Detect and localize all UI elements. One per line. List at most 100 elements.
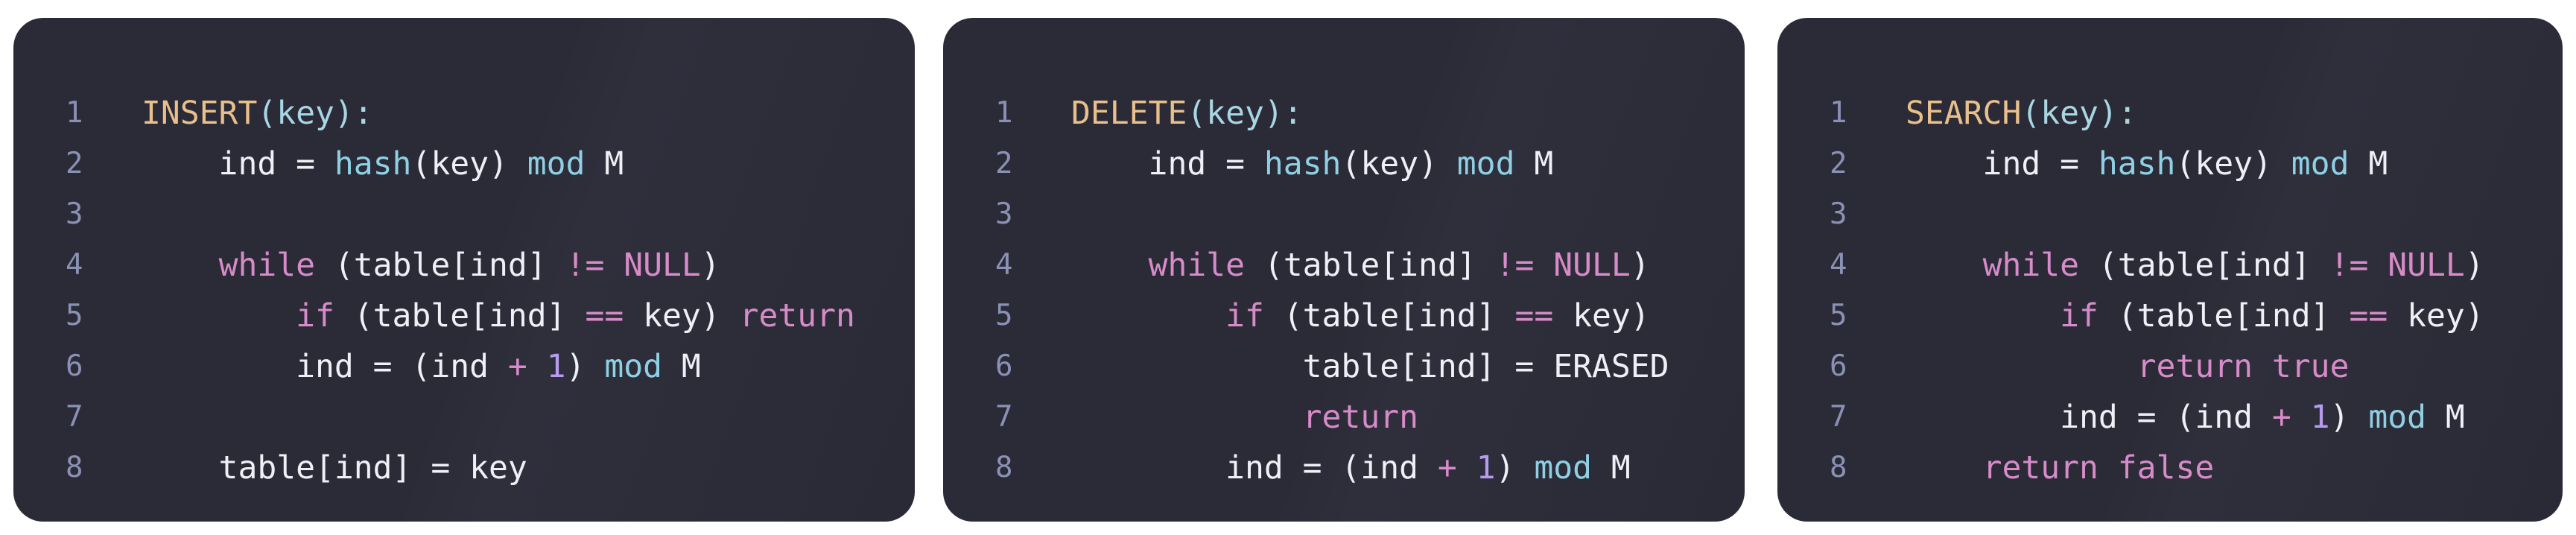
code-text: while (table[ind] != NULL) <box>142 240 720 291</box>
code-token: 1 <box>2310 399 2330 436</box>
code-line: 7 ind = (ind + 1) mod M <box>1777 392 2563 443</box>
line-number: 3 <box>66 197 83 231</box>
code-line: 5 if (table[ind] == key) return <box>13 291 915 341</box>
code-token: ) <box>565 348 605 385</box>
code-token: return <box>739 297 855 335</box>
code-token: ): <box>334 95 373 132</box>
code-line: 2 ind = hash(key) mod M <box>943 139 1745 189</box>
code-line: 5 if (table[ind] == key) <box>1777 291 2563 341</box>
code-token: key <box>276 95 334 132</box>
code-line: 4 while (table[ind] != NULL) <box>13 240 915 291</box>
code-token: == <box>1514 297 1554 335</box>
code-token: key <box>1206 95 1264 132</box>
code-token: (key) <box>411 145 527 183</box>
line-number: 6 <box>1830 349 1847 383</box>
code-text: ind = (ind + 1) mod M <box>1906 392 2465 443</box>
code-token: ) <box>2329 399 2369 436</box>
code-token: (table[ind] <box>315 247 566 284</box>
code-token: ind = (ind <box>1071 449 1438 487</box>
line-number: 8 <box>66 451 83 484</box>
code-token: true <box>2271 348 2350 385</box>
code-line: 4 while (table[ind] != NULL) <box>943 240 1745 291</box>
code-token: ) <box>2464 247 2484 284</box>
code-text: table[ind] = key <box>142 443 527 493</box>
code-token: ind = <box>1071 145 1264 183</box>
code-token: + <box>1437 449 1457 487</box>
code-token: key) <box>1553 297 1650 335</box>
code-token: mod <box>1534 449 1593 487</box>
code-token: == <box>2349 297 2388 335</box>
code-token: ): <box>1263 95 1303 132</box>
line-number: 8 <box>1830 451 1847 484</box>
code-token: mod <box>2291 145 2350 183</box>
line-number: 2 <box>1830 147 1847 180</box>
code-token: DELETE <box>1071 95 1187 132</box>
code-line: 6 return true <box>1777 341 2563 392</box>
code-token: M <box>662 348 701 385</box>
code-token: != <box>2329 247 2369 284</box>
code-token: NULL <box>624 247 701 284</box>
code-text: return <box>1071 392 1418 443</box>
code-token: 1 <box>546 348 566 385</box>
code-token: while <box>1148 247 1246 284</box>
code-line: 1 SEARCH(key): <box>1777 88 2563 139</box>
code-token: NULL <box>2388 247 2465 284</box>
code-token: 1 <box>1476 449 1496 487</box>
code-token: M <box>1514 145 1554 183</box>
code-token: (key) <box>1341 145 1457 183</box>
line-number: 2 <box>66 147 83 180</box>
code-token: ( <box>1187 95 1207 132</box>
code-line: 6 ind = (ind + 1) mod M <box>13 341 915 392</box>
code-block: 1 INSERT(key): 2 ind = hash(key) mod M 3 4 w… <box>13 88 915 493</box>
code-line: 3 <box>13 189 915 240</box>
code-text: while (table[ind] != NULL) <box>1906 240 2484 291</box>
code-line: 7 return <box>943 392 1745 443</box>
code-token: M <box>2426 399 2465 436</box>
code-token: == <box>585 297 624 335</box>
code-token: + <box>507 348 527 385</box>
code-token: if <box>2060 297 2098 335</box>
code-token: != <box>1495 247 1535 284</box>
code-token: hash <box>1263 145 1342 183</box>
line-number: 5 <box>66 299 83 332</box>
code-token: ind = <box>1906 145 2098 183</box>
code-token: SEARCH <box>1906 95 2022 132</box>
code-token: return <box>1982 449 2098 487</box>
code-token: ) <box>1630 247 1650 284</box>
code-token: table[ind] = ERASED <box>1071 348 1669 385</box>
code-token: mod <box>2368 399 2427 436</box>
code-token: (table[ind] <box>1245 247 1496 284</box>
code-line: 2 ind = hash(key) mod M <box>13 139 915 189</box>
code-token: while <box>1982 247 2080 284</box>
code-token: M <box>585 145 624 183</box>
code-block: 1 DELETE(key): 2 ind = hash(key) mod M34 w… <box>943 88 1745 493</box>
code-text: ind = (ind + 1) mod M <box>142 341 701 392</box>
code-token: if <box>296 297 334 335</box>
code-token: table[ind] = key <box>142 449 527 487</box>
code-line: 8 table[ind] = key <box>13 443 915 493</box>
code-token: return <box>2136 348 2253 385</box>
code-token: mod <box>604 348 663 385</box>
code-text: return true <box>1906 341 2350 392</box>
code-text: ind = hash(key) mod M <box>1906 139 2388 189</box>
code-line: 4 while (table[ind] != NULL) <box>1777 240 2563 291</box>
code-block: 1 SEARCH(key): 2 ind = hash(key) mod M34 w… <box>1777 88 2563 493</box>
line-number: 7 <box>66 400 83 434</box>
line-number: 4 <box>1830 248 1847 282</box>
code-token: key) <box>624 297 740 335</box>
code-token: key <box>2040 95 2098 132</box>
line-number: 3 <box>1830 197 1847 231</box>
code-line: 1 DELETE(key): <box>943 88 1745 139</box>
code-panel-delete: 1 DELETE(key): 2 ind = hash(key) mod M34 w… <box>943 18 1745 522</box>
line-number: 2 <box>995 147 1013 180</box>
code-text: SEARCH(key): <box>1906 88 2137 139</box>
code-text: INSERT(key): <box>142 88 373 139</box>
code-token: M <box>1592 449 1631 487</box>
